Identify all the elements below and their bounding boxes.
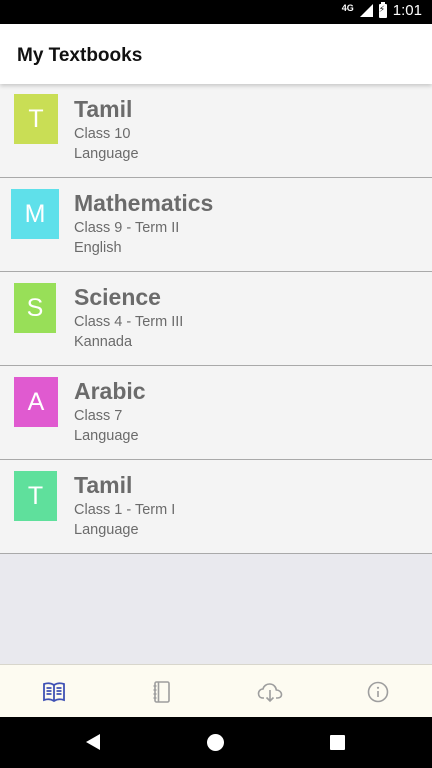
book-class: Class 7 — [74, 408, 123, 424]
textbook-item-arabic[interactable]: A Arabic Class 7 Language — [0, 366, 432, 460]
book-medium: English — [74, 240, 122, 256]
book-open-icon — [43, 681, 65, 702]
status-bar: 4G 1:01 — [0, 0, 432, 24]
battery-icon — [378, 1, 387, 18]
page-title: My Textbooks — [17, 45, 143, 66]
signal-icon — [359, 4, 373, 17]
book-class: Class 10 — [74, 126, 131, 142]
back-icon[interactable] — [86, 734, 100, 750]
clock: 1:01 — [392, 2, 422, 19]
nav-about-button[interactable] — [324, 665, 432, 718]
book-class: Class 1 - Term I — [74, 502, 176, 518]
info-icon — [367, 681, 389, 702]
book-title: Mathematics — [74, 190, 214, 216]
nav-notebook-button[interactable] — [108, 665, 216, 718]
book-initial-badge: M — [11, 189, 59, 239]
book-medium: Kannada — [74, 334, 133, 350]
textbook-item-tamil-10[interactable]: T Tamil Class 10 Language — [0, 84, 432, 178]
recent-apps-icon[interactable] — [330, 735, 345, 750]
book-title: Science — [74, 284, 161, 310]
textbook-item-science[interactable]: S Science Class 4 - Term III Kannada — [0, 272, 432, 366]
notebook-icon — [153, 680, 170, 703]
app-bar: My Textbooks — [0, 24, 432, 84]
book-class: Class 4 - Term III — [74, 314, 184, 330]
book-medium: Language — [74, 522, 139, 538]
nav-textbooks-button[interactable] — [0, 665, 108, 718]
nav-downloads-button[interactable] — [216, 665, 324, 718]
network-type: 4G — [341, 2, 354, 13]
book-initial-badge: T — [14, 94, 58, 144]
book-title: Tamil — [74, 96, 133, 122]
book-initial-badge: S — [14, 283, 56, 333]
textbook-item-mathematics[interactable]: M Mathematics Class 9 - Term II English — [0, 178, 432, 272]
book-title: Arabic — [74, 378, 146, 404]
book-title: Tamil — [74, 472, 133, 498]
book-initial-badge: T — [14, 471, 57, 521]
book-class: Class 9 - Term II — [74, 220, 180, 236]
book-initial-badge: A — [14, 377, 58, 427]
bottom-navigation — [0, 664, 432, 718]
book-medium: Language — [74, 146, 139, 162]
home-icon[interactable] — [207, 734, 224, 751]
textbook-list: T Tamil Class 10 Language M Mathematics … — [0, 84, 432, 554]
cloud-download-icon — [257, 682, 283, 702]
system-navigation-bar — [0, 717, 432, 768]
textbook-item-tamil-1[interactable]: T Tamil Class 1 - Term I Language — [0, 460, 432, 554]
book-medium: Language — [74, 428, 139, 444]
